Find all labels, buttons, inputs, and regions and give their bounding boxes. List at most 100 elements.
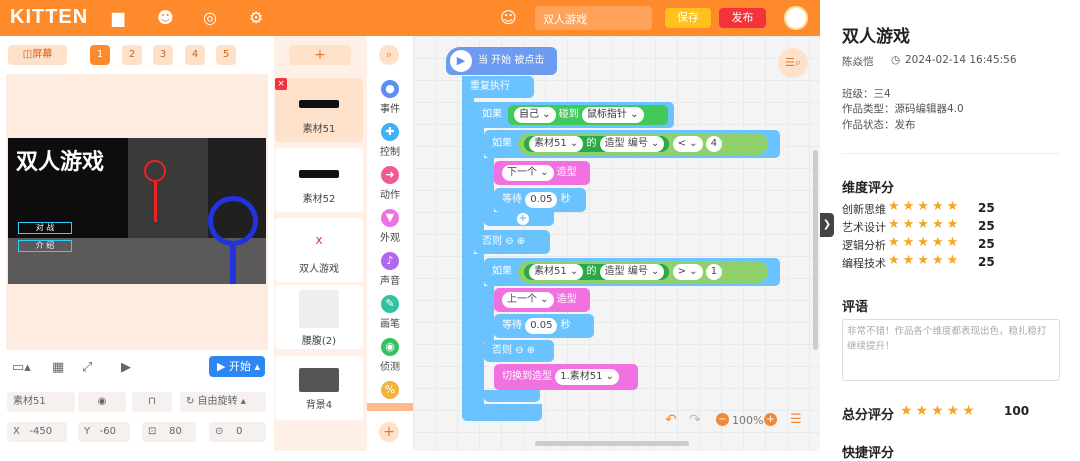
kitten-icon[interactable]: ☻ — [157, 8, 174, 27]
dimension-stars[interactable]: ★★★★★ — [888, 199, 961, 214]
operator-gt-dropdown[interactable]: > ⌄ — [672, 264, 703, 280]
costume-number-dropdown[interactable]: 造型 编号 ⌄ — [599, 136, 665, 152]
y-field[interactable]: Y -60 — [78, 422, 130, 442]
code-search-icon[interactable]: ☰⌕ — [778, 48, 808, 78]
rotation-mode-select[interactable]: ↻ 自由旋转 ▴ — [180, 392, 266, 412]
forever-block[interactable]: 重复执行 — [462, 76, 534, 98]
zoom-in-icon[interactable]: + — [764, 413, 777, 426]
costume-number-dropdown[interactable]: 造型 编号 ⌄ — [599, 264, 665, 280]
add-extension-button[interactable]: + — [379, 422, 399, 442]
project-name-input[interactable]: 双人游戏 — [535, 6, 652, 30]
next-costume-block[interactable]: 下一个 ⌄ 造型 — [494, 161, 590, 185]
search-icon[interactable]: ⌕ — [379, 45, 399, 65]
grid-icon[interactable]: ▦ — [52, 360, 64, 375]
scene-tab-1[interactable]: 1 — [90, 45, 110, 65]
wait-seconds-input[interactable]: 0.05 — [525, 192, 558, 208]
fullscreen-button[interactable]: ◫屏幕 — [8, 45, 67, 65]
next-dropdown[interactable]: 下一个 ⌄ — [502, 165, 554, 181]
folder-icon[interactable]: ▆ — [112, 8, 124, 27]
add-branch-icon[interactable]: + — [517, 213, 529, 225]
scene-tab-5[interactable]: 5 — [216, 45, 236, 65]
avatar[interactable] — [784, 6, 808, 30]
scroll-indicator[interactable] — [367, 403, 413, 411]
size-field[interactable]: ⊡ 80 — [142, 422, 196, 442]
stage-menu-intro[interactable]: 介 绍 — [18, 240, 72, 252]
stage-size-icon[interactable]: ▭▴ — [12, 360, 31, 375]
category-event[interactable]: ● 事件 — [370, 80, 410, 115]
number-input[interactable]: 4 — [705, 136, 723, 152]
sprite-costume-block[interactable]: 素材51 ⌄ 的 造型 编号 ⌄ — [524, 264, 670, 280]
stage-canvas[interactable]: 双人游戏 对 战 介 绍 — [8, 138, 266, 284]
arrange-icon[interactable]: ☰ — [790, 412, 802, 427]
undo-icon[interactable]: ↶ — [665, 412, 677, 428]
wait-block-2[interactable]: 等待 0.05 秒 — [494, 314, 594, 338]
category-looks[interactable]: ▼ 外观 — [370, 209, 410, 244]
stage-menu-fight[interactable]: 对 战 — [18, 222, 72, 234]
scene-tab-2[interactable]: 2 — [122, 45, 142, 65]
wait-block[interactable]: 等待 0.05 秒 — [494, 188, 586, 212]
wait-seconds-input[interactable]: 0.05 — [525, 318, 558, 334]
sprite-dropdown[interactable]: 素材51 ⌄ — [529, 136, 584, 152]
direction-field[interactable]: ⊙ 0 — [209, 422, 266, 442]
category-pen[interactable]: ✎ 画笔 — [370, 295, 410, 330]
collab-icon[interactable]: ☺ — [500, 8, 517, 27]
eye-icon[interactable]: ◉ — [78, 392, 126, 412]
lock-icon[interactable]: ⊓ — [132, 392, 172, 412]
switch-costume-block[interactable]: 切换到造型 1.素材51 ⌄ — [494, 364, 638, 390]
dimension-stars[interactable]: ★★★★★ — [888, 235, 961, 250]
inner-else-label[interactable]: 否则 ⊖ ⊕ — [484, 340, 554, 362]
category-sensing[interactable]: ◉ 侦测 — [370, 338, 410, 373]
add-else-icon[interactable]: ⊕ — [527, 345, 535, 356]
save-button[interactable]: 保存 — [665, 8, 711, 28]
sprite-thumbnail — [299, 100, 339, 108]
dimension-score-title: 维度评分 — [842, 181, 895, 196]
fullscreen-expand-icon[interactable]: ⤢ — [82, 360, 92, 375]
settings-icon[interactable]: ⚙ — [249, 8, 263, 27]
remove-else-icon[interactable]: ⊖ — [515, 345, 523, 356]
self-dropdown[interactable]: 自己 ⌄ — [514, 107, 556, 123]
delete-sprite-icon[interactable]: × — [275, 78, 287, 90]
collapse-panel-button[interactable]: ❯ — [820, 213, 834, 237]
touching-block[interactable]: 自己 ⌄ 碰到 鼠标指针 ⌄ — [508, 105, 668, 125]
comment-textarea[interactable]: 非常不错！作品各个维度都表现出色，稳扎稳打继续提升！ — [842, 319, 1060, 381]
vertical-scrollbar[interactable] — [813, 150, 818, 350]
operator-lt-dropdown[interactable]: < ⌄ — [672, 136, 703, 152]
video-icon[interactable]: ▶ — [121, 360, 131, 375]
category-motion[interactable]: ➜ 动作 — [370, 166, 410, 201]
sprite-item[interactable]: 背景4 — [275, 356, 363, 420]
add-sprite-button[interactable]: + — [289, 45, 351, 65]
less-than-block[interactable]: 素材51 ⌄ 的 造型 编号 ⌄ < ⌄ 4 — [518, 133, 768, 155]
sprite-item[interactable]: 素材51 — [275, 78, 363, 142]
publish-button[interactable]: 发布 — [719, 8, 766, 28]
add-else-icon[interactable]: ⊕ — [517, 236, 525, 247]
dimension-stars[interactable]: ★★★★★ — [888, 217, 961, 232]
sprite-item[interactable]: 腰腹(2) — [275, 285, 363, 349]
sprite-costume-block[interactable]: 素材51 ⌄ 的 造型 编号 ⌄ — [524, 136, 670, 152]
scene-tab-4[interactable]: 4 — [185, 45, 205, 65]
x-field[interactable]: X -450 — [7, 422, 67, 442]
dimension-stars[interactable]: ★★★★★ — [888, 253, 961, 268]
category-sound[interactable]: ♪ 声音 — [370, 252, 410, 287]
sprite-item[interactable]: X 双人游戏 — [275, 218, 363, 282]
costume-dropdown[interactable]: 1.素材51 ⌄ — [555, 369, 620, 385]
prev-dropdown[interactable]: 上一个 ⌄ — [502, 292, 554, 308]
number-input[interactable]: 1 — [705, 264, 723, 280]
tutorial-icon[interactable]: ◎ — [203, 8, 217, 27]
else-label[interactable]: 否则 ⊖ ⊕ — [474, 230, 550, 254]
mouse-dropdown[interactable]: 鼠标指针 ⌄ — [581, 107, 644, 123]
prev-costume-block[interactable]: 上一个 ⌄ 造型 — [494, 288, 590, 312]
scene-tab-3[interactable]: 3 — [153, 45, 173, 65]
horizontal-scrollbar[interactable] — [535, 441, 689, 446]
greater-than-block[interactable]: 素材51 ⌄ 的 造型 编号 ⌄ > ⌄ 1 — [518, 261, 768, 283]
dimension-score: 25 — [978, 237, 995, 251]
sprite-item[interactable]: 素材52 — [275, 148, 363, 212]
category-operators[interactable]: % — [370, 381, 410, 401]
remove-else-icon[interactable]: ⊖ — [505, 236, 513, 247]
start-button[interactable]: ▶ 开始 ▴ — [209, 356, 265, 377]
total-stars[interactable]: ★★★★★ — [900, 403, 978, 419]
redo-icon[interactable]: ↷ — [689, 412, 701, 428]
sprite-dropdown[interactable]: 素材51 ⌄ — [529, 264, 584, 280]
zoom-out-icon[interactable]: − — [716, 413, 729, 426]
sprite-name-field[interactable]: 素材51 — [7, 392, 75, 412]
category-control[interactable]: ✚ 控制 — [370, 123, 410, 158]
